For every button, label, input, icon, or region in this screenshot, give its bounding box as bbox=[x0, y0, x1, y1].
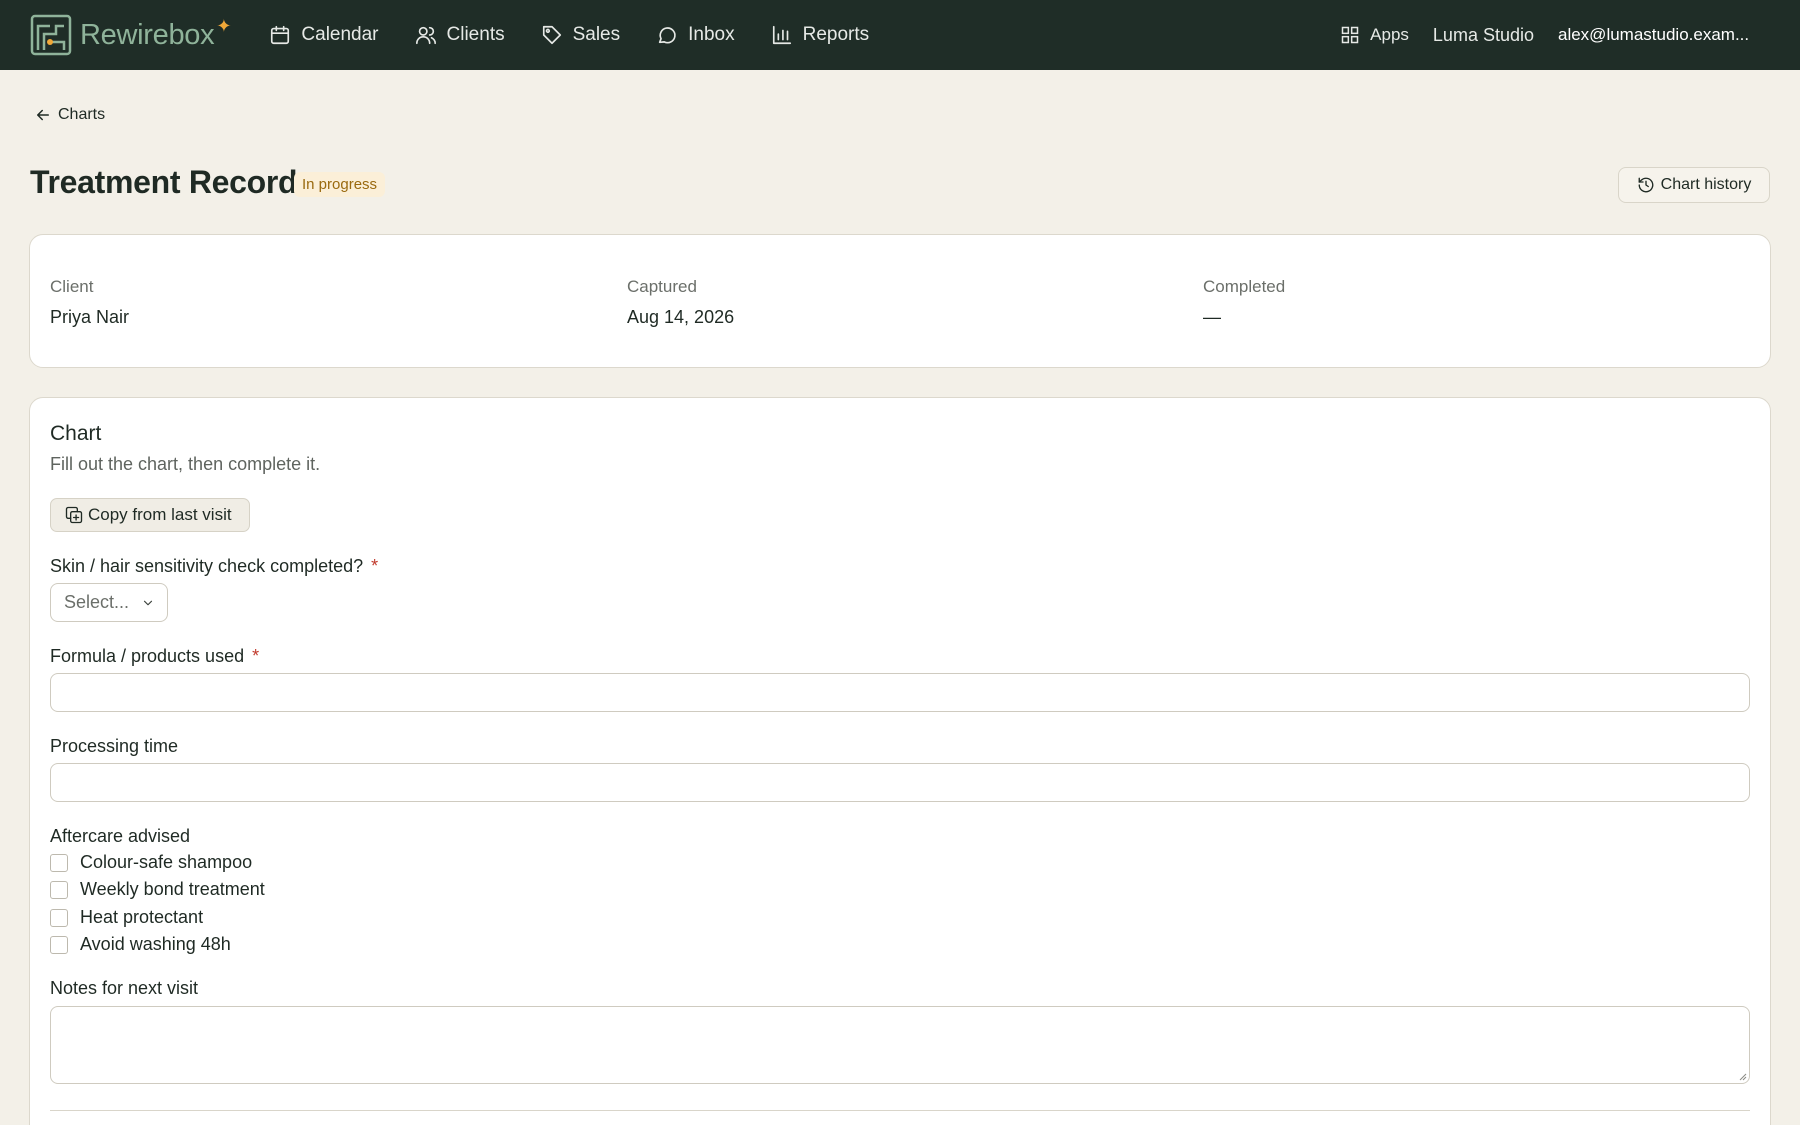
nav-item-inbox[interactable]: Inbox bbox=[656, 24, 735, 46]
sensitivity-field-label: Skin / hair sensitivity check completed?… bbox=[50, 556, 378, 577]
required-asterisk: * bbox=[371, 556, 379, 576]
top-navigation-bar: Rewirebox ✦ Calendar Clients Sales Inbox… bbox=[0, 0, 1800, 70]
notes-textarea[interactable] bbox=[50, 1006, 1750, 1084]
nav-item-label: Calendar bbox=[301, 24, 379, 45]
processing-time-input[interactable] bbox=[50, 763, 1750, 802]
chat-bubble-icon bbox=[658, 27, 676, 44]
aftercare-field-label: Aftercare advised bbox=[50, 826, 191, 846]
completed-info: Completed — bbox=[1203, 277, 1285, 328]
logo-mark-icon bbox=[30, 14, 72, 56]
client-name: Priya Nair bbox=[50, 307, 130, 327]
brand-logo[interactable]: Rewirebox ✦ bbox=[30, 0, 231, 70]
copy-button-label: Copy from last visit bbox=[88, 505, 232, 524]
processing-field-label: Processing time bbox=[50, 736, 179, 756]
status-badge: In progress bbox=[294, 172, 386, 197]
back-to-charts-link[interactable]: Charts bbox=[34, 106, 105, 124]
tag-icon bbox=[542, 25, 561, 45]
nav-item-label: Clients bbox=[446, 24, 505, 45]
chart-section-title: Chart bbox=[50, 422, 102, 445]
formula-input[interactable] bbox=[50, 673, 1750, 712]
checkbox[interactable] bbox=[50, 880, 68, 899]
sensitivity-select[interactable]: Select... bbox=[50, 583, 168, 622]
nav-item-label: Reports bbox=[802, 24, 870, 45]
brand-name: Rewirebox bbox=[80, 18, 215, 51]
checkbox[interactable] bbox=[50, 853, 68, 872]
checkbox-label: Avoid washing 48h bbox=[80, 934, 231, 954]
nav-item-calendar[interactable]: Calendar bbox=[269, 24, 379, 46]
aftercare-option-colour-safe-shampoo[interactable]: Colour-safe shampoo bbox=[50, 852, 252, 873]
copy-icon bbox=[65, 506, 83, 524]
nav-item-sales[interactable]: Sales bbox=[541, 24, 621, 46]
formula-field-label: Formula / products used * bbox=[50, 646, 259, 667]
top-right-controls: Apps Luma Studio alex@lumastudio.exam... bbox=[1340, 0, 1800, 70]
chevron-down-icon bbox=[143, 600, 153, 605]
copy-from-last-visit-button[interactable]: Copy from last visit bbox=[50, 498, 250, 532]
back-link-label: Charts bbox=[58, 106, 106, 123]
aftercare-option-avoid-washing-48h[interactable]: Avoid washing 48h bbox=[50, 934, 231, 955]
checkbox[interactable] bbox=[50, 908, 68, 927]
notes-field-label: Notes for next visit bbox=[50, 978, 199, 998]
chart-form-card: Chart Fill out the chart, then complete … bbox=[29, 397, 1771, 1125]
client-label: Client bbox=[50, 277, 94, 296]
captured-date: Aug 14, 2026 bbox=[627, 307, 735, 327]
chart-section-subtitle: Fill out the chart, then complete it. bbox=[50, 454, 321, 474]
nav-item-reports[interactable]: Reports bbox=[771, 24, 870, 46]
history-icon bbox=[1638, 177, 1654, 193]
users-icon bbox=[415, 26, 436, 45]
client-info: Client Priya Nair bbox=[50, 277, 129, 328]
completed-label: Completed bbox=[1203, 277, 1286, 296]
aftercare-option-heat-protectant[interactable]: Heat protectant bbox=[50, 907, 203, 928]
checkbox[interactable] bbox=[50, 935, 68, 954]
resize-handle-icon[interactable] bbox=[1737, 1071, 1747, 1081]
checkbox-label: Colour-safe shampoo bbox=[80, 852, 253, 872]
arrow-left-icon bbox=[37, 109, 49, 121]
main-nav: Calendar Clients Sales Inbox Reports bbox=[269, 0, 905, 70]
chart-history-label: Chart history bbox=[1660, 176, 1752, 193]
required-asterisk: * bbox=[252, 646, 260, 666]
studio-switcher[interactable]: Luma Studio bbox=[1433, 25, 1534, 46]
sensitivity-select-value: Select... bbox=[64, 592, 130, 612]
nav-item-label: Sales bbox=[572, 24, 621, 45]
section-divider bbox=[50, 1110, 1750, 1111]
brand-spark-icon: ✦ bbox=[216, 15, 232, 36]
user-menu[interactable]: alex@lumastudio.exam... bbox=[1558, 25, 1768, 45]
checkbox-label: Heat protectant bbox=[80, 907, 204, 927]
grid-icon bbox=[1341, 26, 1359, 44]
calendar-icon bbox=[271, 25, 290, 45]
sensitivity-label-text: Skin / hair sensitivity check completed? bbox=[50, 556, 364, 576]
aftercare-option-weekly-bond-treatment[interactable]: Weekly bond treatment bbox=[50, 879, 265, 900]
chart-history-button[interactable]: Chart history bbox=[1618, 167, 1770, 203]
completed-date: — bbox=[1203, 307, 1221, 327]
apps-button[interactable]: Apps bbox=[1340, 25, 1409, 45]
nav-item-label: Inbox bbox=[688, 24, 735, 45]
page-title: Treatment Record bbox=[30, 164, 298, 200]
captured-label: Captured bbox=[627, 277, 697, 296]
checkbox-label: Weekly bond treatment bbox=[80, 879, 265, 899]
formula-label-text: Formula / products used bbox=[50, 646, 245, 666]
nav-item-clients[interactable]: Clients bbox=[415, 24, 505, 46]
bar-chart-icon bbox=[772, 25, 791, 45]
apps-label: Apps bbox=[1370, 25, 1409, 44]
captured-info: Captured Aug 14, 2026 bbox=[627, 277, 734, 328]
record-summary-card: Client Priya Nair Captured Aug 14, 2026 … bbox=[29, 234, 1771, 368]
